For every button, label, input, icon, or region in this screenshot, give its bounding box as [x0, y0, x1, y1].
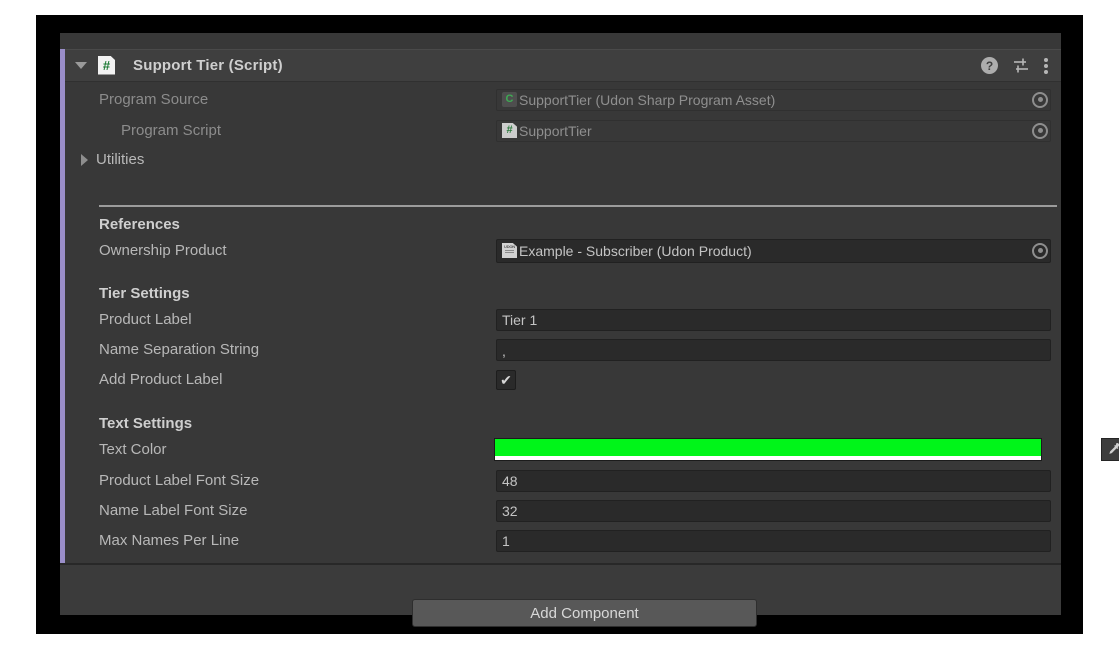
ownership-product-label: Ownership Product — [99, 242, 227, 259]
name-separation-string-input[interactable]: , — [496, 338, 1051, 361]
utilities-foldout-row[interactable]: Utilities — [65, 146, 1061, 173]
text-color-alpha-bar — [495, 456, 1041, 460]
kebab-menu-icon[interactable] — [1044, 57, 1049, 74]
program-source-label: Program Source — [99, 91, 209, 108]
product-label-input[interactable]: Tier 1 — [496, 308, 1051, 331]
udon-product-asset-icon: UDON — [502, 243, 517, 258]
eyedropper-icon[interactable] — [1101, 438, 1119, 461]
text-color-label: Text Color — [99, 441, 167, 458]
name-label-font-size-label: Name Label Font Size — [99, 502, 248, 519]
component-foldout-arrow-icon[interactable] — [75, 61, 87, 69]
tier-settings-section-header: Tier Settings — [99, 285, 190, 302]
product-label-font-size-value: 48 — [502, 472, 518, 489]
product-label-font-size-label: Product Label Font Size — [99, 472, 260, 489]
program-script-label: Program Script — [121, 122, 222, 139]
add-product-label-label: Add Product Label — [99, 371, 223, 388]
help-icon[interactable]: ? — [981, 57, 998, 74]
script-hash-icon: # — [502, 123, 517, 138]
product-label-row: Product Label Tier 1 — [65, 306, 1061, 333]
utilities-foldout-arrow-icon[interactable] — [81, 153, 88, 166]
name-separation-string-value: , — [502, 342, 506, 359]
add-product-label-row: Add Product Label ✔ — [65, 366, 1061, 393]
text-settings-section-header-row: Text Settings — [65, 410, 1061, 437]
tier-settings-section-header-row: Tier Settings — [65, 280, 1061, 307]
ownership-product-value: Example - Subscriber (Udon Product) — [519, 242, 752, 259]
udon-sharp-asset-icon: C — [502, 92, 517, 107]
ownership-product-object-picker-icon[interactable] — [1032, 242, 1048, 259]
max-names-per-line-label: Max Names Per Line — [99, 532, 240, 549]
name-label-font-size-row: Name Label Font Size 32 — [65, 497, 1061, 524]
max-names-per-line-input[interactable]: 1 — [496, 529, 1051, 552]
add-component-button[interactable]: Add Component — [412, 599, 757, 627]
text-color-row: Text Color — [65, 436, 1119, 463]
component-header-icons: ? — [981, 49, 1049, 82]
product-label-value: Tier 1 — [502, 311, 538, 328]
name-separation-string-label: Name Separation String — [99, 341, 260, 358]
program-source-row: Program Source C SupportTier (Udon Sharp… — [65, 86, 1061, 113]
program-script-row: Program Script # SupportTier — [65, 117, 1061, 144]
editor-window-frame: # Support Tier (Script) ? Program Source… — [36, 15, 1119, 634]
program-source-object-picker-icon[interactable] — [1032, 91, 1048, 108]
add-component-label: Add Component — [530, 604, 639, 622]
script-hash-icon: # — [98, 55, 115, 75]
utilities-separator — [99, 205, 1057, 207]
text-settings-section-header: Text Settings — [99, 415, 193, 432]
add-product-label-checkbox[interactable]: ✔ — [496, 369, 516, 390]
max-names-per-line-value: 1 — [502, 532, 510, 549]
name-label-font-size-input[interactable]: 32 — [496, 499, 1051, 522]
utilities-label: Utilities — [96, 151, 145, 168]
preset-icon[interactable] — [1012, 57, 1030, 74]
ownership-product-row: Ownership Product UDON Example - Subscri… — [65, 237, 1061, 264]
program-script-value: SupportTier — [519, 122, 592, 139]
name-separation-string-row: Name Separation String , — [65, 336, 1061, 363]
product-label-label: Product Label — [99, 311, 192, 328]
product-label-font-size-input[interactable]: 48 — [496, 469, 1051, 492]
program-source-value: SupportTier (Udon Sharp Program Asset) — [519, 91, 776, 108]
program-script-object-picker-icon[interactable] — [1032, 122, 1048, 139]
max-names-per-line-row: Max Names Per Line 1 — [65, 527, 1061, 554]
product-label-font-size-row: Product Label Font Size 48 — [65, 467, 1061, 494]
program-source-field[interactable]: C SupportTier (Udon Sharp Program Asset) — [496, 88, 1051, 111]
ownership-product-field[interactable]: UDON Example - Subscriber (Udon Product) — [496, 238, 1051, 263]
eyedropper-glyph — [1109, 443, 1119, 454]
component-header[interactable]: # Support Tier (Script) ? — [65, 49, 1061, 82]
component-title: Support Tier (Script) — [133, 56, 283, 74]
text-color-swatch[interactable] — [494, 438, 1042, 461]
preset-sliders-icon — [1014, 58, 1028, 73]
checkmark-icon: ✔ — [500, 371, 512, 388]
references-section-header: References — [99, 216, 180, 233]
references-section-header-row: References — [65, 211, 1061, 238]
text-color-fill — [495, 439, 1041, 456]
inspector-panel: # Support Tier (Script) ? Program Source… — [60, 33, 1119, 627]
name-label-font-size-value: 32 — [502, 502, 518, 519]
program-script-field[interactable]: # SupportTier — [496, 119, 1051, 142]
